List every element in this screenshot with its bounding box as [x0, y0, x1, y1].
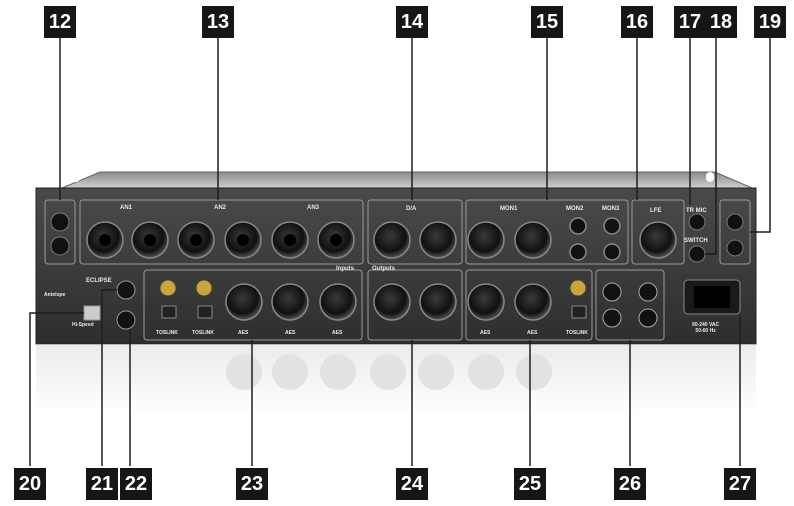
callout-12: 12	[44, 6, 76, 38]
callout-25: 25	[514, 468, 546, 500]
label-an2: AN2	[214, 205, 227, 211]
label-mon1: MON1	[500, 206, 518, 212]
label-hispeed: Hi-Speed	[72, 322, 94, 328]
callout-26: 26	[614, 468, 646, 500]
label-aes-2: AES	[285, 330, 296, 336]
label-aes-1: AES	[238, 330, 249, 336]
callout-13: 13	[202, 6, 234, 38]
label-toslink-3: TOSLINK	[566, 330, 588, 336]
label-model: ECLIPSE	[86, 278, 112, 284]
callout-20: 20	[14, 468, 46, 500]
label-trmic: TR MIC	[686, 208, 707, 214]
label-outputs: Outputs	[372, 266, 395, 272]
panel-reflection	[36, 344, 756, 414]
callout-27: 27	[724, 468, 756, 500]
callout-19: 19	[754, 6, 786, 38]
callout-23: 23	[236, 468, 268, 500]
label-aes-3: AES	[332, 330, 343, 336]
label-power: 90-240 VAC 50-60 Hz	[692, 322, 720, 334]
label-mon3: MON3	[602, 206, 620, 212]
callout-16: 16	[621, 6, 653, 38]
label-inputs: Inputs	[336, 266, 354, 272]
callout-22: 22	[120, 468, 152, 500]
label-lfe: LFE	[650, 208, 662, 214]
label-brand: Antelope	[44, 292, 66, 298]
callout-14: 14	[396, 6, 428, 38]
callout-15: 15	[531, 6, 563, 38]
label-mon2: MON2	[566, 206, 584, 212]
label-da: D/A	[406, 206, 417, 212]
callout-18: 18	[705, 6, 737, 38]
power-inlet	[683, 279, 741, 315]
callout-24: 24	[396, 468, 428, 500]
lfe-output	[639, 221, 677, 259]
callout-17: 17	[674, 6, 706, 38]
label-aes-4: AES	[480, 330, 491, 336]
label-switch: SWITCH	[684, 238, 708, 244]
callout-21: 21	[86, 468, 118, 500]
label-an1: AN1	[120, 205, 133, 211]
label-aes-5: AES	[527, 330, 538, 336]
label-an3: AN3	[307, 205, 320, 211]
label-toslink-2: TOSLINK	[192, 330, 214, 336]
label-toslink-1: TOSLINK	[156, 330, 178, 336]
rear-panel-diagram	[29, 38, 771, 466]
